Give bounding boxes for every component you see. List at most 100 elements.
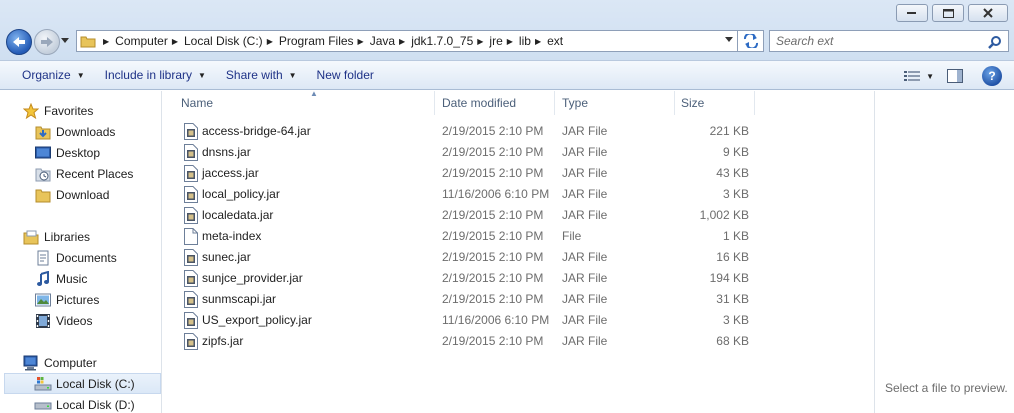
computer-icon	[22, 355, 40, 371]
chevron-right-icon[interactable]: ▶	[168, 37, 184, 46]
file-row[interactable]: US_export_policy.jar 11/16/2006 6:10 PM …	[181, 310, 761, 331]
search-box[interactable]	[769, 30, 1009, 52]
jar-file-icon	[184, 144, 198, 161]
file-row[interactable]: sunec.jar 2/19/2015 2:10 PM JAR File 16 …	[181, 247, 761, 268]
breadcrumb: ▶ Computer ▶ Local Disk (C:) ▶ Program F…	[99, 31, 563, 51]
maximize-button[interactable]	[932, 4, 964, 22]
search-icon[interactable]	[988, 35, 1002, 49]
file-type: JAR File	[562, 145, 608, 159]
breadcrumb-item[interactable]: Local Disk (C:)	[184, 34, 263, 48]
search-input[interactable]	[776, 34, 976, 48]
nav-item-local-disk-d[interactable]: Local Disk (D:)	[0, 394, 162, 413]
question-mark-icon: ?	[988, 69, 996, 83]
file-size: 3 KB	[722, 313, 749, 327]
nav-item-documents[interactable]: Documents	[0, 247, 162, 268]
file-size: 194 KB	[709, 271, 749, 285]
breadcrumb-item[interactable]: ext	[547, 34, 563, 48]
file-type: JAR File	[562, 271, 608, 285]
file-row[interactable]: sunjce_provider.jar 2/19/2015 2:10 PM JA…	[181, 268, 761, 289]
include-in-library-menu[interactable]: Include in library ▼	[95, 63, 216, 87]
nav-item-download[interactable]: Download	[0, 184, 162, 205]
help-button[interactable]: ?	[982, 66, 1002, 86]
file-type: JAR File	[562, 166, 608, 180]
breadcrumb-item[interactable]: jdk1.7.0_75	[411, 34, 473, 48]
desktop-icon	[34, 145, 52, 161]
nav-libraries[interactable]: Libraries	[0, 226, 162, 247]
file-row[interactable]: zipfs.jar 2/19/2015 2:10 PM JAR File 68 …	[181, 331, 761, 352]
nav-label: Download	[56, 187, 110, 202]
file-type: JAR File	[562, 292, 608, 306]
nav-item-local-disk-c[interactable]: Local Disk (C:)	[4, 373, 161, 394]
column-header-type[interactable]: Type	[555, 91, 675, 115]
chevron-right-icon[interactable]: ▶	[473, 37, 489, 46]
nav-item-pictures[interactable]: Pictures	[0, 289, 162, 310]
address-dropdown-icon[interactable]	[725, 37, 733, 43]
share-with-menu[interactable]: Share with ▼	[216, 63, 307, 87]
file-name: jaccess.jar	[202, 166, 259, 180]
arrow-left-icon	[13, 37, 25, 47]
column-header-name[interactable]: Name ▲	[173, 89, 435, 115]
jar-file-icon	[184, 312, 198, 329]
file-row[interactable]: meta-index 2/19/2015 2:10 PM File 1 KB	[181, 226, 761, 247]
column-header-label: Name	[181, 96, 214, 110]
minimize-button[interactable]	[896, 4, 928, 22]
nav-item-desktop[interactable]: Desktop	[0, 142, 162, 163]
address-bar[interactable]: ▶ Computer ▶ Local Disk (C:) ▶ Program F…	[76, 30, 738, 52]
new-folder-label: New folder	[316, 68, 374, 82]
column-header-date-modified[interactable]: Date modified	[435, 91, 555, 115]
jar-file-icon	[184, 207, 198, 224]
jar-file-icon	[184, 333, 198, 350]
forward-button[interactable]	[34, 29, 60, 55]
nav-label: Desktop	[56, 145, 101, 160]
file-date: 2/19/2015 2:10 PM	[442, 271, 544, 285]
file-date: 2/19/2015 2:10 PM	[442, 208, 544, 222]
column-header-label: Size	[681, 96, 705, 110]
breadcrumb-item[interactable]: jre	[489, 34, 502, 48]
recent-pages-dropdown-icon[interactable]	[61, 38, 69, 44]
chevron-right-icon[interactable]: ▶	[99, 37, 115, 46]
close-button[interactable]	[968, 4, 1008, 22]
column-header-size[interactable]: Size	[675, 91, 755, 115]
file-name: zipfs.jar	[202, 334, 244, 348]
chevron-right-icon[interactable]: ▶	[354, 37, 370, 46]
jar-file-icon	[184, 123, 198, 140]
back-button[interactable]	[6, 29, 32, 55]
file-size: 16 KB	[716, 250, 749, 264]
nav-computer[interactable]: Computer	[0, 352, 162, 373]
command-bar: Organize ▼ Include in library ▼ Share wi…	[0, 60, 1014, 90]
file-row[interactable]: access-bridge-64.jar 2/19/2015 2:10 PM J…	[181, 121, 761, 142]
chevron-right-icon[interactable]: ▶	[531, 37, 547, 46]
chevron-down-icon: ▼	[288, 70, 297, 80]
nav-favorites[interactable]: Favorites	[0, 100, 162, 121]
chevron-right-icon[interactable]: ▶	[395, 37, 411, 46]
file-type: JAR File	[562, 250, 608, 264]
file-row[interactable]: jaccess.jar 2/19/2015 2:10 PM JAR File 4…	[181, 163, 761, 184]
chevron-right-icon[interactable]: ▶	[503, 37, 519, 46]
file-date: 2/19/2015 2:10 PM	[442, 124, 544, 138]
nav-item-recent-places[interactable]: Recent Places	[0, 163, 162, 184]
new-folder-button[interactable]: New folder	[307, 63, 384, 87]
file-row[interactable]: local_policy.jar 11/16/2006 6:10 PM JAR …	[181, 184, 761, 205]
nav-item-downloads[interactable]: Downloads	[0, 121, 162, 142]
title-bar: ▶ Computer ▶ Local Disk (C:) ▶ Program F…	[0, 0, 1014, 60]
file-name: US_export_policy.jar	[202, 313, 312, 327]
chevron-right-icon[interactable]: ▶	[263, 37, 279, 46]
jar-file-icon	[184, 291, 198, 308]
file-date: 2/19/2015 2:10 PM	[442, 166, 544, 180]
nav-item-videos[interactable]: Videos	[0, 310, 162, 331]
file-row[interactable]: dnsns.jar 2/19/2015 2:10 PM JAR File 9 K…	[181, 142, 761, 163]
file-row[interactable]: sunmscapi.jar 2/19/2015 2:10 PM JAR File…	[181, 289, 761, 310]
organize-label: Organize	[22, 68, 71, 82]
breadcrumb-item[interactable]: Computer	[115, 34, 168, 48]
breadcrumb-item[interactable]: lib	[519, 34, 531, 48]
nav-item-music[interactable]: Music	[0, 268, 162, 289]
organize-menu[interactable]: Organize ▼	[12, 63, 95, 87]
preview-pane-button[interactable]	[942, 64, 968, 88]
file-date: 2/19/2015 2:10 PM	[442, 250, 544, 264]
refresh-button[interactable]	[738, 30, 764, 52]
folder-icon	[34, 187, 52, 203]
breadcrumb-item[interactable]: Java	[370, 34, 395, 48]
breadcrumb-item[interactable]: Program Files	[279, 34, 354, 48]
file-row[interactable]: localedata.jar 2/19/2015 2:10 PM JAR Fil…	[181, 205, 761, 226]
change-view-button[interactable]: ▼	[896, 64, 942, 88]
